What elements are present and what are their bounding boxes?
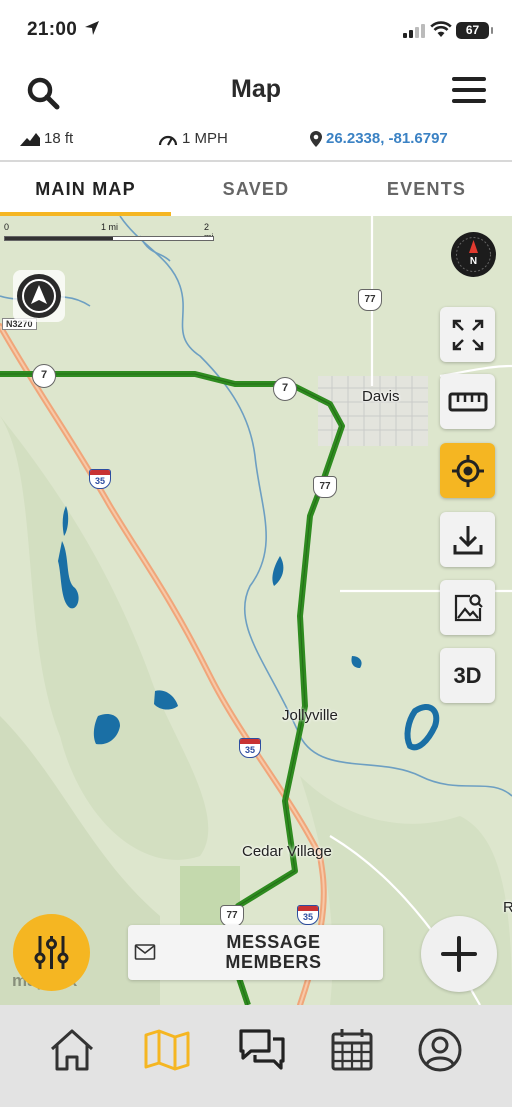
- scale-bar-graphic: [4, 236, 214, 241]
- 3d-view-button[interactable]: 3D: [440, 648, 495, 703]
- orientation-lock-button[interactable]: [13, 270, 65, 322]
- speed-stat: 1 MPH: [158, 130, 228, 147]
- chat-icon: [239, 1029, 285, 1070]
- interstate-35-shield: 35: [89, 469, 111, 489]
- coordinates-stat[interactable]: 26.2338, -81.6797: [310, 130, 448, 147]
- nav-messages[interactable]: [237, 1025, 287, 1075]
- location-services-icon: [85, 21, 99, 35]
- hamburger-menu-icon[interactable]: [452, 77, 486, 107]
- telemetry-bar: 18 ft 1 MPH 26.2338, -81.6797: [0, 124, 512, 160]
- status-bar: 21:00 67: [0, 0, 512, 60]
- page-title: Map: [231, 75, 281, 103]
- elevation-value: 18 ft: [44, 130, 74, 147]
- wifi-icon: [430, 21, 452, 37]
- navigation-arrow-icon: [17, 274, 61, 318]
- speedometer-icon: [158, 135, 178, 146]
- nav-home[interactable]: [47, 1025, 97, 1075]
- sliders-icon: [34, 936, 69, 969]
- elevation-icon: [20, 132, 40, 146]
- route-77-shield: 77: [358, 289, 382, 311]
- message-label-line1: MESSAGE: [226, 932, 321, 952]
- status-time: 21:00: [27, 19, 78, 40]
- interstate-35-shield: 35: [297, 905, 319, 925]
- map-scale-bar: 0 1 mi 2 mi: [4, 222, 214, 244]
- message-members-label: MESSAGE MEMBERS: [206, 932, 341, 972]
- scale-label-start: 0: [4, 222, 10, 232]
- plus-icon: [441, 936, 477, 972]
- place-label-jollyville: Jollyville: [282, 707, 338, 724]
- calendar-icon: [331, 1029, 373, 1071]
- svg-text:N: N: [470, 256, 477, 267]
- tab-events[interactable]: EVENTS: [341, 162, 512, 216]
- nav-profile[interactable]: [415, 1025, 465, 1075]
- route-7-shield: 7: [32, 364, 56, 388]
- add-button[interactable]: [421, 916, 497, 992]
- interstate-35-shield: 35: [239, 738, 261, 758]
- speed-value: 1 MPH: [182, 130, 228, 147]
- map-tabs: MAIN MAP SAVED EVENTS: [0, 162, 512, 216]
- route-7-shield: 7: [273, 377, 297, 401]
- bottom-navigation: [0, 1005, 512, 1107]
- 3d-label: 3D: [453, 662, 482, 688]
- elevation-stat: 18 ft: [20, 130, 73, 147]
- tab-main-map[interactable]: MAIN MAP: [0, 162, 171, 216]
- map-base-layer: [0, 216, 512, 1005]
- message-label-line2: MEMBERS: [225, 952, 322, 972]
- locate-me-button[interactable]: [440, 443, 495, 498]
- app-bar: Map: [0, 60, 512, 122]
- download-icon: [453, 525, 482, 554]
- place-label-davis: Davis: [362, 388, 400, 405]
- battery-indicator: 67: [456, 22, 493, 39]
- map-icon: [144, 1029, 190, 1071]
- scale-label-mid: 1 mi: [101, 222, 119, 232]
- compass-rose-icon: N: [456, 237, 491, 272]
- coordinates-value[interactable]: 26.2338, -81.6797: [326, 130, 448, 147]
- home-icon: [50, 1029, 94, 1071]
- compass-icon[interactable]: N: [451, 232, 496, 277]
- nav-calendar[interactable]: [327, 1025, 377, 1075]
- measure-button[interactable]: [440, 374, 495, 429]
- crosshair-icon: [451, 454, 484, 487]
- tab-saved[interactable]: SAVED: [171, 162, 341, 216]
- image-search-icon: [454, 593, 483, 621]
- ruler-icon: [448, 392, 487, 411]
- place-label-edge: R: [503, 899, 512, 916]
- filter-button[interactable]: [13, 914, 90, 991]
- nav-map[interactable]: [142, 1025, 192, 1075]
- expand-icon: [452, 319, 483, 350]
- route-77-shield: 77: [220, 905, 244, 927]
- envelope-icon: [134, 944, 156, 960]
- map-canvas[interactable]: 0 1 mi 2 mi Davis Jollyville Cedar Villa…: [0, 216, 512, 1005]
- map-pin-icon: [310, 130, 322, 147]
- map-layers-button[interactable]: [440, 580, 495, 635]
- user-profile-icon: [418, 1028, 462, 1072]
- route-77-shield: 77: [313, 476, 337, 498]
- cellular-signal-icon: [403, 24, 425, 38]
- message-members-button[interactable]: MESSAGE MEMBERS: [128, 925, 383, 980]
- place-label-cedar-village: Cedar Village: [242, 843, 332, 860]
- fullscreen-button[interactable]: [440, 307, 495, 362]
- download-map-button[interactable]: [440, 512, 495, 567]
